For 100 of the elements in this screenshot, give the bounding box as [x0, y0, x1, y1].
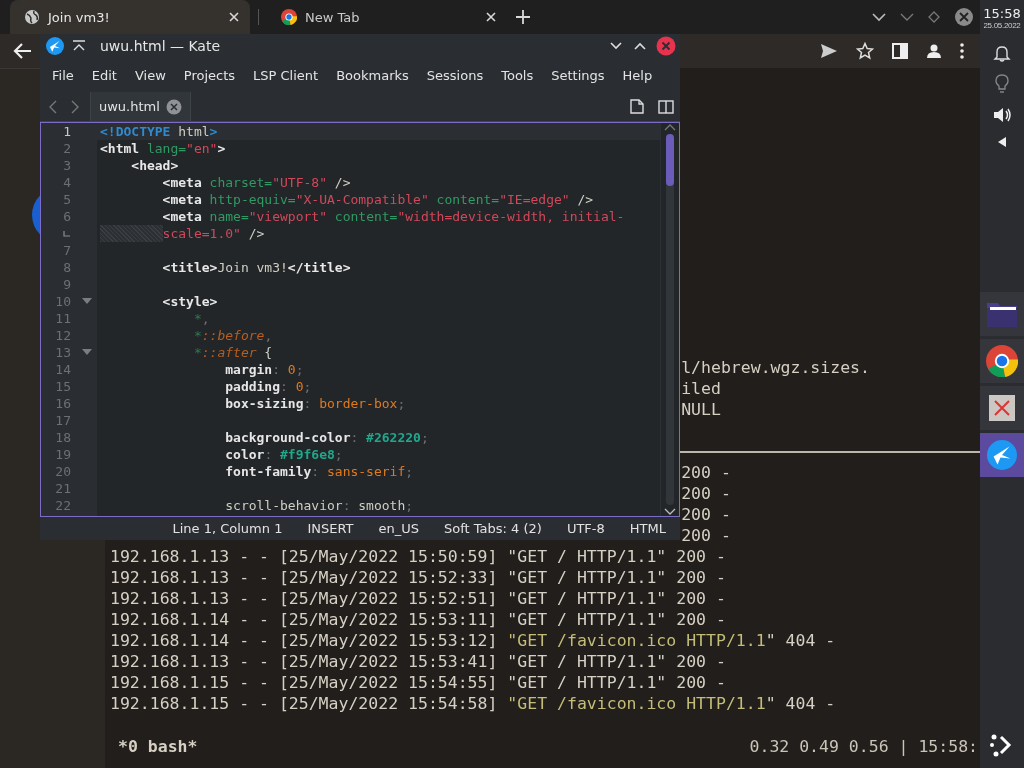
menu-item[interactable]: Tools	[492, 64, 543, 86]
code-editor[interactable]	[40, 122, 680, 517]
line-number: 6	[63, 208, 71, 225]
line-number: 12	[55, 327, 71, 344]
line-number: 20	[55, 463, 71, 480]
status-item[interactable]: Soft Tabs: 4 (2)	[444, 521, 542, 536]
line-number: 5	[63, 191, 71, 208]
code-line: font-family: sans-serif;	[224, 463, 414, 480]
menu-item[interactable]: Bookmarks	[327, 64, 418, 86]
menu-item[interactable]: Projects	[174, 64, 245, 86]
code-line: color: #f9f6e8;	[224, 446, 343, 463]
line-number: 13	[55, 344, 71, 361]
terminal-line: 192.168.1.13 - - [25/May/2022 15:53:41] "GET / HTTP/1.1" 200 -	[110, 651, 726, 672]
line-number: 1	[63, 123, 71, 140]
code-line: <meta charset="UTF-8" />	[161, 174, 351, 191]
keep-above-icon[interactable]	[72, 40, 86, 52]
tmux-window-name: *0 bash*	[118, 736, 198, 757]
error-icon	[989, 395, 1015, 421]
back-arrow-icon[interactable]	[12, 42, 32, 60]
fold-arrow-icon[interactable]	[82, 349, 92, 356]
terminal-line: 192.168.1.15 - - [25/May/2022 15:54:58] "GET /favicon.ico HTTP/1.1" 404 -	[110, 693, 836, 714]
terminal-line: NULL	[681, 399, 721, 420]
forward-icon[interactable]	[70, 99, 80, 114]
browser-tab[interactable]: Join vm3!	[10, 0, 250, 34]
terminal-line: l/hebrew.wgz.sizes.	[681, 357, 870, 378]
line-number: 9	[63, 276, 71, 293]
status-item[interactable]: INSERT	[307, 521, 354, 536]
line-number: 11	[55, 310, 71, 327]
status-item[interactable]: HTML	[629, 521, 666, 536]
tmux-status: 0.32 0.49 0.56 | 15:58:	[749, 736, 978, 757]
fold-arrow-icon[interactable]	[82, 298, 92, 305]
clock-time: 15:58	[983, 6, 1021, 21]
back-icon[interactable]	[48, 99, 58, 114]
chrome-icon	[986, 345, 1018, 377]
terminal-line: 192.168.1.13 - - [25/May/2022 15:52:33] "GET / HTTP/1.1" 200 -	[110, 567, 726, 588]
line-number: 15	[55, 378, 71, 395]
globe-icon	[24, 9, 40, 25]
code-line: <meta http-equiv="X-UA-Compatible" content="IE=edge" />	[161, 191, 594, 208]
document-tab[interactable]: uwu.html	[90, 92, 191, 121]
menu-item[interactable]: View	[125, 64, 175, 86]
folder-icon	[986, 300, 1018, 328]
close-icon[interactable]	[228, 11, 240, 23]
diamond-icon[interactable]	[928, 11, 940, 23]
chevron-down-icon[interactable]	[900, 12, 914, 22]
speaker-icon[interactable]	[992, 106, 1012, 124]
chevron-down-icon[interactable]	[872, 12, 886, 22]
line-number: 7	[63, 242, 71, 259]
sidebar-icon[interactable]	[892, 43, 908, 59]
profile-icon[interactable]	[926, 43, 942, 59]
close-icon[interactable]	[485, 11, 497, 23]
line-number: 19	[55, 446, 71, 463]
status-item[interactable]: Line 1, Column 1	[172, 521, 283, 536]
close-icon[interactable]	[954, 7, 974, 27]
scroll-up-icon[interactable]	[664, 123, 676, 131]
star-icon[interactable]	[856, 42, 874, 60]
bell-icon[interactable]	[993, 44, 1011, 62]
code-line: box-sizing: border-box;	[224, 395, 406, 412]
dock-item[interactable]	[980, 339, 1024, 383]
terminal-line: 200 -	[681, 462, 731, 483]
send-icon[interactable]	[820, 43, 838, 59]
terminal-line: 200 -	[681, 525, 731, 546]
plus-icon[interactable]	[515, 9, 531, 25]
code-line: <style>	[161, 293, 218, 310]
dock-item[interactable]	[980, 292, 1024, 336]
clock-date: 25.05.2022	[983, 21, 1021, 30]
terminal-line: iled	[681, 378, 721, 399]
lightbulb-icon[interactable]	[995, 74, 1009, 94]
menu-item[interactable]: Help	[613, 64, 662, 86]
code-line: scroll-behavior: smooth;	[224, 497, 414, 514]
wrap-indent	[100, 225, 163, 242]
terminal-line: 192.168.1.15 - - [25/May/2022 15:54:55] "GET / HTTP/1.1" 200 -	[110, 672, 726, 693]
menu-item[interactable]: Edit	[82, 64, 126, 86]
browser-tab[interactable]: New Tab	[267, 0, 507, 34]
terminal-line: 200 -	[681, 483, 731, 504]
expand-arrow-icon[interactable]	[997, 136, 1007, 148]
menu-icon[interactable]	[960, 43, 964, 59]
status-item[interactable]: en_US	[378, 521, 419, 536]
line-number: 8	[63, 259, 71, 276]
line-number: 22	[55, 497, 71, 514]
code-line: padding: 0;	[224, 378, 312, 395]
dock-item[interactable]	[980, 386, 1024, 430]
line-number: 10	[55, 293, 71, 310]
code-line: *::before,	[192, 327, 273, 344]
kate-icon	[46, 37, 64, 55]
scroll-down-icon[interactable]	[664, 508, 676, 516]
line-number: 21	[55, 480, 71, 497]
menu-item[interactable]: Sessions	[417, 64, 493, 86]
line-number: 2	[63, 140, 71, 157]
dock-item[interactable]	[980, 433, 1024, 477]
new-document-icon[interactable]	[630, 99, 644, 114]
split-view-icon[interactable]	[658, 99, 674, 114]
menu-item[interactable]: Settings	[542, 64, 614, 86]
line-number: 4	[63, 174, 71, 191]
chrome-icon	[281, 9, 297, 25]
menu-item[interactable]: File	[43, 64, 83, 86]
terminal-line: 200 -	[681, 504, 731, 525]
line-number: 16	[55, 395, 71, 412]
status-item[interactable]: UTF-8	[566, 521, 605, 536]
menu-item[interactable]: LSP Client	[244, 64, 328, 86]
scrollbar-thumb[interactable]	[666, 134, 674, 186]
